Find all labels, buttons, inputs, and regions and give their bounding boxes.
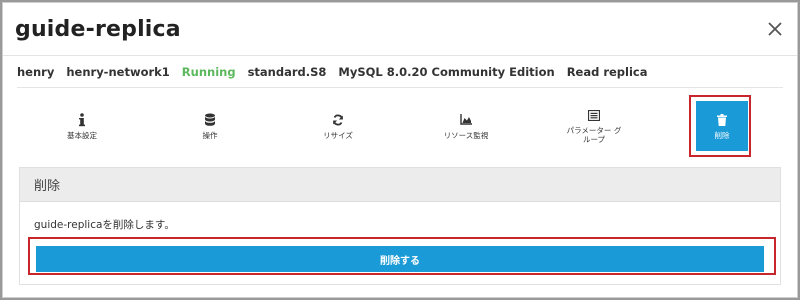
panel-message: guide-replicaを削除します。 bbox=[34, 219, 175, 231]
tab-label: リソース監視 bbox=[443, 130, 489, 140]
panel-heading: 削除 bbox=[20, 168, 780, 202]
info-role: Read replica bbox=[566, 65, 648, 79]
tab-resize[interactable]: リサイズ bbox=[293, 91, 383, 161]
info-user: henry bbox=[17, 65, 55, 79]
tab-label: 操作 bbox=[202, 130, 218, 140]
action-tabs: 基本設定 操作 リサイズ リソース監視 パラメーター グループ 削除 bbox=[17, 91, 783, 161]
tab-delete-active[interactable]: 削除 bbox=[696, 101, 748, 151]
list-icon bbox=[587, 108, 601, 122]
info-plan: standard.S8 bbox=[247, 65, 327, 79]
database-icon bbox=[203, 113, 217, 127]
tab-resource-monitor[interactable]: リソース監視 bbox=[421, 91, 511, 161]
header-divider bbox=[3, 55, 797, 56]
tab-delete[interactable]: 削除 bbox=[677, 91, 767, 161]
refresh-icon bbox=[331, 113, 345, 127]
tab-label: 基本設定 bbox=[67, 130, 97, 140]
info-divider bbox=[17, 87, 783, 88]
status-badge: Running bbox=[181, 65, 236, 79]
tab-basic-settings[interactable]: 基本設定 bbox=[37, 91, 127, 161]
info-engine: MySQL 8.0.20 Community Edition bbox=[338, 65, 555, 79]
delete-panel: 削除 guide-replicaを削除します。 削除する bbox=[19, 167, 781, 285]
tab-label: パラメーター グループ bbox=[566, 126, 622, 144]
close-icon[interactable] bbox=[765, 19, 785, 39]
tab-label: 削除 bbox=[714, 130, 730, 140]
tab-label: リサイズ bbox=[323, 130, 353, 140]
tab-parameter-group[interactable]: パラメーター グループ bbox=[549, 91, 639, 161]
modal-dialog: guide-replica henry henry-network1 Runni… bbox=[2, 2, 798, 298]
trash-icon bbox=[715, 113, 729, 127]
area-chart-icon bbox=[459, 113, 473, 127]
modal-title: guide-replica bbox=[15, 17, 181, 42]
instance-info-bar: henry henry-network1 Running standard.S8… bbox=[17, 65, 648, 79]
tab-operations[interactable]: 操作 bbox=[165, 91, 255, 161]
info-network: henry-network1 bbox=[66, 65, 170, 79]
info-icon bbox=[75, 112, 89, 127]
delete-button[interactable]: 削除する bbox=[36, 246, 764, 272]
